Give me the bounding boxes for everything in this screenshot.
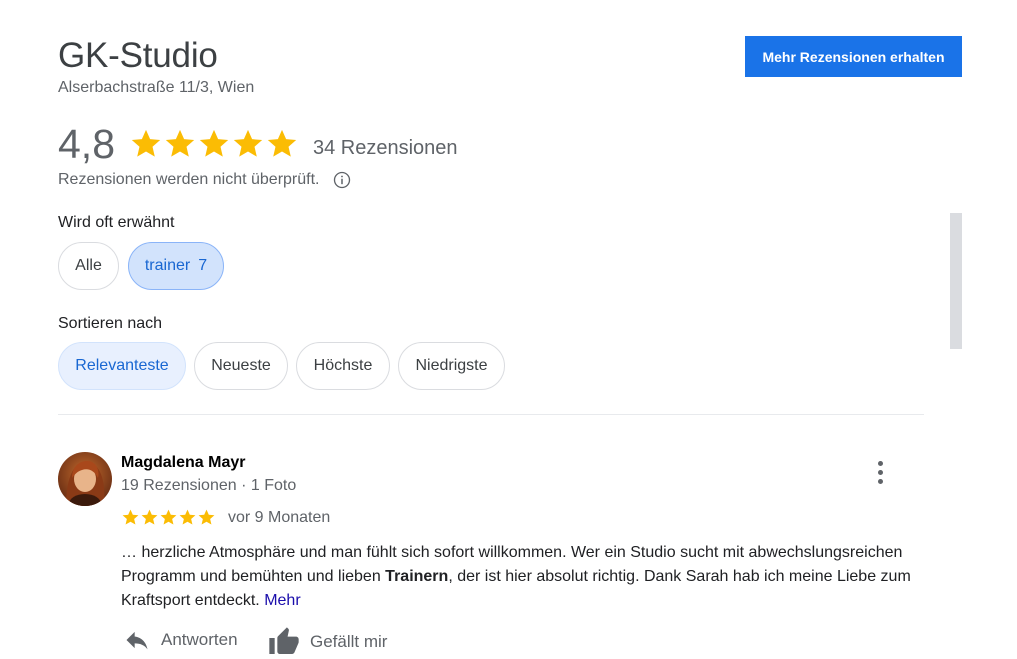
sort-newest-chip[interactable]: Neueste bbox=[194, 342, 288, 390]
mention-chip-trainer-label: trainer bbox=[144, 257, 191, 274]
star-icon bbox=[160, 509, 177, 525]
mention-chip-all[interactable]: Alle bbox=[58, 242, 119, 290]
reply-icon bbox=[126, 631, 148, 650]
reply-label: Antworten bbox=[161, 630, 238, 649]
reviewer-name[interactable]: Magdalena Mayr bbox=[121, 454, 245, 472]
sort-highest-chip[interactable]: Höchste bbox=[296, 342, 390, 390]
mentions-label: Wird oft erwähnt bbox=[58, 214, 175, 231]
review-count[interactable]: 34 Rezensionen bbox=[313, 137, 458, 160]
rating-stars bbox=[129, 127, 299, 161]
star-icon bbox=[179, 509, 196, 525]
star-icon bbox=[165, 129, 195, 157]
sort-newest-label: Neueste bbox=[211, 357, 271, 374]
divider bbox=[58, 414, 924, 415]
thumbs-up-icon bbox=[269, 627, 299, 654]
like-button[interactable]: Gefällt mir bbox=[268, 626, 387, 658]
reply-button[interactable]: Antworten bbox=[123, 626, 238, 654]
review-rating-row: vor 9 Monaten bbox=[121, 508, 330, 527]
star-icon bbox=[233, 129, 263, 157]
sort-relevant-chip[interactable]: Relevanteste bbox=[58, 342, 186, 390]
review-text-highlight: Trainern bbox=[385, 568, 449, 585]
rating-summary: 4,8 34 Rezensionen bbox=[58, 122, 458, 166]
rating-value: 4,8 bbox=[58, 121, 115, 167]
unverified-note: Rezensionen werden nicht überprüft. bbox=[58, 170, 352, 190]
star-icon bbox=[198, 509, 215, 525]
unverified-note-text: Rezensionen werden nicht überprüft. bbox=[58, 171, 320, 188]
more-link[interactable]: Mehr bbox=[264, 592, 300, 609]
mention-chip-trainer[interactable]: trainer 7 bbox=[128, 242, 224, 290]
like-label: Gefällt mir bbox=[310, 632, 388, 651]
sort-label: Sortieren nach bbox=[58, 315, 163, 332]
review-text: … herzliche Atmosphäre und man fühlt sic… bbox=[121, 541, 911, 613]
star-icon bbox=[122, 509, 139, 525]
mention-chip-all-label: Alle bbox=[75, 257, 102, 274]
star-icon bbox=[141, 509, 158, 525]
star-icon bbox=[267, 129, 297, 157]
sort-relevant-label: Relevanteste bbox=[75, 357, 169, 374]
sort-lowest-chip[interactable]: Niedrigste bbox=[398, 342, 505, 390]
more-options-icon[interactable] bbox=[868, 458, 892, 486]
get-more-reviews-button[interactable]: Mehr Rezensionen erhalten bbox=[745, 36, 962, 77]
sort-highest-label: Höchste bbox=[313, 357, 373, 374]
reviewer-avatar[interactable] bbox=[58, 452, 112, 506]
reviewer-meta: 19 Rezensionen · 1 Foto bbox=[121, 477, 297, 494]
star-icon bbox=[199, 129, 229, 157]
review-time: vor 9 Monaten bbox=[228, 508, 331, 526]
info-icon[interactable] bbox=[332, 170, 352, 190]
business-address: Alserbachstraße 11/3, Wien bbox=[58, 79, 255, 96]
sort-lowest-label: Niedrigste bbox=[415, 357, 488, 374]
scrollbar[interactable] bbox=[950, 213, 962, 349]
business-name: GK-Studio bbox=[58, 36, 218, 75]
review-stars bbox=[121, 508, 216, 527]
mention-chip-trainer-count: 7 bbox=[198, 257, 208, 274]
star-icon bbox=[131, 129, 161, 157]
